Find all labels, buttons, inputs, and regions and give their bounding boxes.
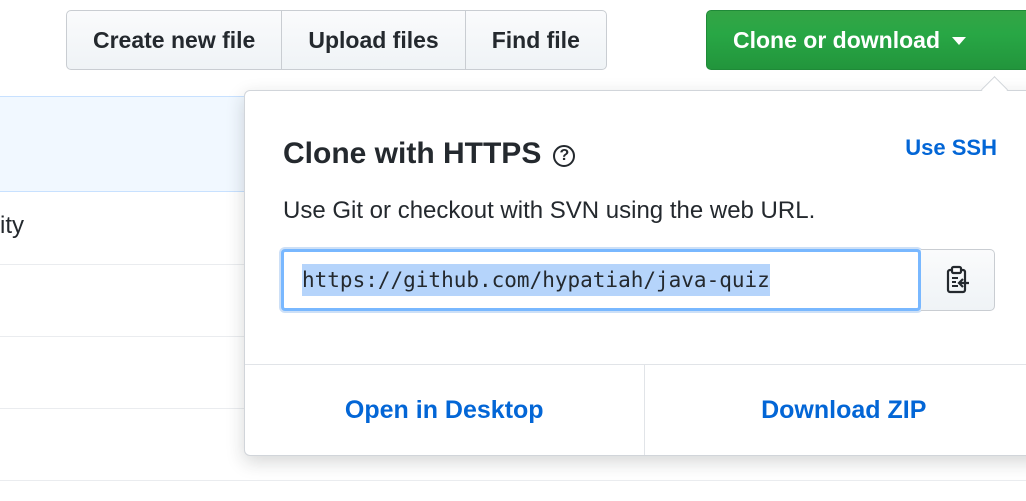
clone-description: Use Git or checkout with SVN using the w… [283, 197, 816, 224]
file-list-text: ity [0, 212, 24, 239]
use-ssh-link[interactable]: Use SSH [905, 135, 997, 161]
create-new-file-button[interactable]: Create new file [66, 10, 283, 70]
file-actions-group: Create new file Upload files Find file [66, 10, 607, 70]
clone-footer: Open in Desktop Download ZIP [245, 364, 1026, 455]
clone-dropdown: Clone with HTTPS ? Use SSH Use Git or ch… [244, 90, 1026, 456]
clone-or-download-label: Clone or download [733, 26, 940, 53]
caret-down-icon [952, 37, 966, 45]
open-in-desktop-button[interactable]: Open in Desktop [245, 365, 644, 455]
clone-title: Clone with HTTPS ? [283, 137, 576, 171]
clone-url-input[interactable]: https://github.com/hypatiah/java-quiz [281, 249, 921, 311]
clipboard-icon [946, 265, 969, 294]
clone-url-value: https://github.com/hypatiah/java-quiz [302, 264, 770, 296]
file-list-row [0, 480, 1026, 481]
clone-or-download-button[interactable]: Clone or download [706, 10, 1026, 70]
download-zip-button[interactable]: Download ZIP [643, 365, 1026, 455]
upload-files-button[interactable]: Upload files [282, 10, 466, 70]
find-file-button[interactable]: Find file [465, 10, 607, 70]
clone-title-text: Clone with HTTPS [283, 137, 542, 170]
copy-url-button[interactable] [921, 249, 995, 311]
page: ity Create new file Upload files Find fi… [0, 0, 1026, 501]
help-icon[interactable]: ? [553, 145, 576, 167]
